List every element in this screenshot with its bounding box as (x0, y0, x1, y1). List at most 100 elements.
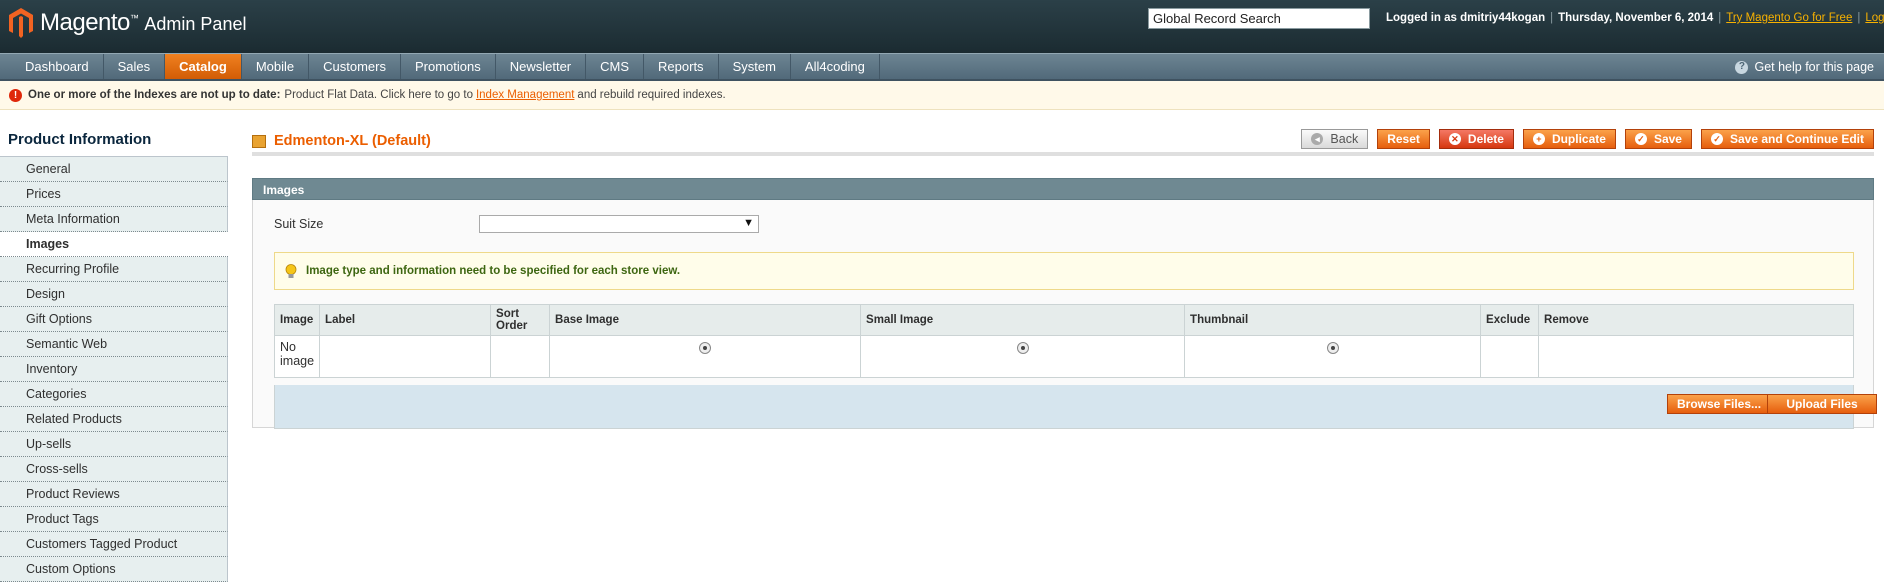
nav-item-customers[interactable]: Customers (309, 54, 401, 79)
sidebar-item-categories[interactable]: Categories (0, 382, 228, 407)
sidebar-item-meta-information[interactable]: Meta Information (0, 207, 228, 232)
col-header-image: Image (273, 304, 321, 336)
header-user-info: Logged in as dmitriy44kogan | Thursday, No… (1386, 12, 1884, 24)
magento-logo-icon (9, 8, 33, 38)
images-section-header: Images (252, 178, 1874, 200)
product-tabs-sidebar: Product Information General Prices Meta In… (0, 124, 228, 582)
base-image-radio[interactable] (699, 342, 712, 354)
main-nav: Dashboard Sales Catalog Mobile Customers Prom… (0, 53, 1884, 81)
nav-item-promotions[interactable]: Promotions (401, 54, 496, 79)
nav-item-reports[interactable]: Reports (644, 54, 719, 79)
nav-item-system[interactable]: System (719, 54, 791, 79)
base-image-cell (549, 335, 862, 378)
page-title: Edmenton-XL (Default) (252, 133, 431, 149)
back-label: Back (1330, 132, 1359, 146)
sidebar-item-inventory[interactable]: Inventory (0, 357, 228, 382)
nav-item-sales[interactable]: Sales (104, 54, 166, 79)
try-magento-link[interactable]: Try Magento Go for Free (1726, 12, 1852, 24)
delete-label: Delete (1467, 132, 1504, 146)
nav-item-dashboard[interactable]: Dashboard (0, 54, 104, 79)
header-date: Thursday, November 6, 2014 (1558, 12, 1714, 24)
logout-link[interactable]: Log Out (1865, 12, 1884, 24)
logo-subtitle: Admin Panel (144, 14, 247, 34)
col-header-base-image: Base Image (549, 304, 862, 336)
notice-text: Product Flat Data. Click here to go to (284, 89, 473, 101)
plus-icon: + (1532, 133, 1545, 145)
product-box-icon (252, 134, 266, 148)
sidebar-item-general[interactable]: General (0, 157, 228, 182)
back-button[interactable]: ◂ Back (1301, 129, 1369, 149)
sidebar-item-gift-options[interactable]: Gift Options (0, 307, 228, 332)
nav-list: Dashboard Sales Catalog Mobile Customers Prom… (0, 54, 1884, 79)
admin-header: Magento™Admin Panel Logged in as dmitriy… (0, 0, 1884, 53)
nav-item-newsletter[interactable]: Newsletter (496, 54, 587, 79)
sidebar-item-custom-options[interactable]: Custom Options (0, 557, 228, 582)
sidebar-item-recurring-profile[interactable]: Recurring Profile (0, 257, 228, 282)
browse-files-label: Browse Files... (1677, 397, 1762, 411)
suit-size-select[interactable]: ▼ (479, 215, 759, 233)
save-continue-label: Save and Continue Edit (1729, 132, 1864, 146)
sidebar-item-customers-tagged-product[interactable]: Customers Tagged Product (0, 532, 228, 557)
nav-item-cms[interactable]: CMS (586, 54, 645, 79)
nav-item-all4coding[interactable]: All4coding (791, 54, 880, 79)
upload-files-button[interactable]: Upload Files (1767, 394, 1877, 414)
sidebar-item-images[interactable]: Images (0, 232, 228, 257)
logo-text: Magento (40, 9, 130, 36)
sort-order-cell (490, 335, 551, 378)
thumbnail-cell (1184, 335, 1482, 378)
error-icon: ! (9, 88, 22, 102)
col-header-exclude: Exclude (1480, 304, 1540, 336)
thumbnail-radio[interactable] (1326, 342, 1339, 354)
table-row: No image (274, 335, 1854, 378)
form-buttons: ◂ Back Reset ✕ Delete + Duplicate ✓ Save ✓ Sa… (1301, 129, 1874, 149)
no-image-cell: No image (274, 335, 321, 378)
reset-label: Reset (1387, 132, 1420, 146)
sidebar-item-up-sells[interactable]: Up-sells (0, 432, 228, 457)
global-search-input[interactable] (1148, 8, 1370, 29)
delete-button[interactable]: ✕ Delete (1438, 129, 1514, 149)
sidebar-item-design[interactable]: Design (0, 282, 228, 307)
col-header-remove: Remove (1538, 304, 1854, 336)
check-icon: ✓ (1710, 133, 1723, 145)
page-title-row: Edmenton-XL (Default) ◂ Back Reset ✕ Delet… (252, 124, 1874, 156)
exclude-cell (1480, 335, 1540, 378)
save-continue-button[interactable]: ✓ Save and Continue Edit (1700, 129, 1874, 149)
nav-item-mobile[interactable]: Mobile (242, 54, 310, 79)
magento-logo[interactable]: Magento™ Admin Panel (8, 7, 246, 39)
sidebar-item-related-products[interactable]: Related Products (0, 407, 228, 432)
index-management-link[interactable]: Index Management (476, 89, 574, 101)
sidebar-item-product-reviews[interactable]: Product Reviews (0, 482, 228, 507)
index-notice: ! One or more of the Indexes are not up … (0, 81, 1884, 110)
duplicate-label: Duplicate (1551, 132, 1606, 146)
dropdown-arrow-icon: ▼ (743, 217, 754, 229)
col-header-small-image: Small Image (860, 304, 1186, 336)
nav-item-catalog[interactable]: Catalog (165, 54, 242, 79)
main-content: Edmenton-XL (Default) ◂ Back Reset ✕ Delet… (252, 124, 1877, 429)
remove-cell (1538, 335, 1854, 378)
save-button[interactable]: ✓ Save (1624, 129, 1692, 149)
reset-button[interactable]: Reset (1377, 129, 1430, 149)
help-link[interactable]: ? Get help for this page (1735, 54, 1874, 80)
label-cell (319, 335, 492, 378)
col-header-thumbnail: Thumbnail (1184, 304, 1482, 336)
images-section-body: Suit Size ▼ Image type and information n… (252, 200, 1877, 429)
lightbulb-icon (285, 263, 297, 278)
logged-in-text: Logged in as dmitriy44kogan (1386, 12, 1546, 24)
upload-bar: Browse Files... Upload Files (274, 385, 1877, 429)
sidebar-item-prices[interactable]: Prices (0, 182, 228, 207)
suit-size-label: Suit Size (274, 217, 324, 231)
sidebar-item-cross-sells[interactable]: Cross-sells (0, 457, 228, 482)
help-label: Get help for this page (1754, 60, 1874, 74)
col-header-sort-order: Sort Order (490, 304, 551, 336)
delete-x-icon: ✕ (1448, 133, 1461, 145)
duplicate-button[interactable]: + Duplicate (1522, 129, 1616, 149)
suit-size-row: Suit Size ▼ (274, 215, 759, 233)
page-title-text: Edmenton-XL (Default) (274, 133, 431, 149)
notice-bold-text: One or more of the Indexes are not up to… (28, 89, 281, 101)
sidebar-item-product-tags[interactable]: Product Tags (0, 507, 228, 532)
notice-text-end: and rebuild required indexes. (577, 89, 726, 101)
browse-files-button[interactable]: Browse Files... (1667, 394, 1772, 414)
small-image-radio[interactable] (1016, 342, 1029, 354)
col-header-label: Label (319, 304, 492, 336)
sidebar-item-semantic-web[interactable]: Semantic Web (0, 332, 228, 357)
